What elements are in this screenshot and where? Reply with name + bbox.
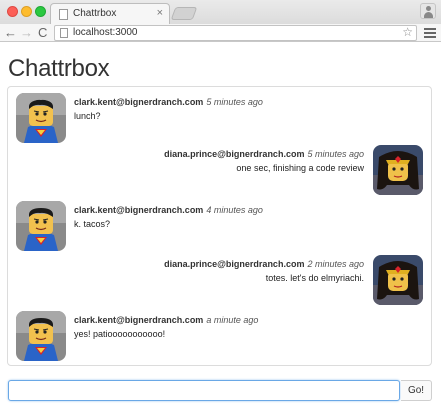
page-title: Chattrbox <box>8 55 110 82</box>
back-arrow-icon[interactable]: ← <box>4 25 17 41</box>
message-text: yes! patiooooooooooo! <box>74 329 166 339</box>
browser-menu-icon[interactable] <box>424 28 436 40</box>
close-window-button[interactable] <box>7 6 18 17</box>
message-item: clark.kent@bignerdranch.com a minute ago … <box>8 311 431 363</box>
message-meta: diana.prince@bignerdranch.com 2 minutes a… <box>164 259 364 269</box>
message-list: clark.kent@bignerdranch.com 5 minutes ago… <box>7 86 432 366</box>
message-text: k. tacos? <box>74 219 111 229</box>
message-time: 5 minutes ago <box>206 97 263 107</box>
page-icon <box>60 28 68 38</box>
message-text: totes. let's do elmyriachi. <box>265 273 364 283</box>
message-item: diana.prince@bignerdranch.com 2 minutes a… <box>8 255 431 307</box>
message-meta: clark.kent@bignerdranch.com 4 minutes ago <box>74 205 263 215</box>
message-sender: diana.prince@bignerdranch.com <box>164 149 305 159</box>
message-sender: clark.kent@bignerdranch.com <box>74 97 204 107</box>
message-item: clark.kent@bignerdranch.com 5 minutes ago… <box>8 93 431 145</box>
reload-icon[interactable]: C <box>38 25 47 41</box>
url-text[interactable]: localhost:3000 <box>73 27 138 38</box>
message-time: 4 minutes ago <box>206 205 263 215</box>
message-input[interactable] <box>8 380 400 401</box>
message-sender: clark.kent@bignerdranch.com <box>74 315 204 325</box>
message-text: one sec, finishing a code review <box>236 163 364 173</box>
message-meta: diana.prince@bignerdranch.com 5 minutes a… <box>164 149 364 159</box>
message-item: clark.kent@bignerdranch.com 4 minutes ago… <box>8 201 431 253</box>
tab-close-icon[interactable]: × <box>157 7 163 19</box>
superman-avatar <box>16 201 66 251</box>
wonder-woman-avatar <box>373 255 423 305</box>
profile-icon[interactable] <box>420 3 436 19</box>
message-sender: clark.kent@bignerdranch.com <box>74 205 204 215</box>
page-icon <box>59 9 68 20</box>
forward-arrow-icon[interactable]: → <box>20 25 33 41</box>
browser-toolbar: ← → C localhost:3000 ☆ <box>0 24 441 42</box>
zoom-window-button[interactable] <box>35 6 46 17</box>
message-item: diana.prince@bignerdranch.com 5 minutes a… <box>8 145 431 197</box>
tab-title: Chattrbox <box>73 8 117 19</box>
new-tab-button[interactable] <box>170 7 198 20</box>
send-button[interactable]: Go! <box>401 380 432 401</box>
message-sender: diana.prince@bignerdranch.com <box>164 259 305 269</box>
bookmark-star-icon[interactable]: ☆ <box>402 25 413 39</box>
superman-avatar <box>16 93 66 143</box>
browser-tab-bar: Chattrbox × <box>0 0 441 24</box>
message-time: 5 minutes ago <box>307 149 364 159</box>
message-time: 2 minutes ago <box>307 259 364 269</box>
message-meta: clark.kent@bignerdranch.com 5 minutes ago <box>74 97 263 107</box>
message-meta: clark.kent@bignerdranch.com a minute ago <box>74 315 258 325</box>
address-bar[interactable]: localhost:3000 ☆ <box>54 25 417 41</box>
wonder-woman-avatar <box>373 145 423 195</box>
superman-avatar <box>16 311 66 361</box>
message-text: lunch? <box>74 111 101 121</box>
message-time: a minute ago <box>206 315 259 325</box>
browser-tab[interactable]: Chattrbox × <box>50 3 170 24</box>
minimize-window-button[interactable] <box>21 6 32 17</box>
